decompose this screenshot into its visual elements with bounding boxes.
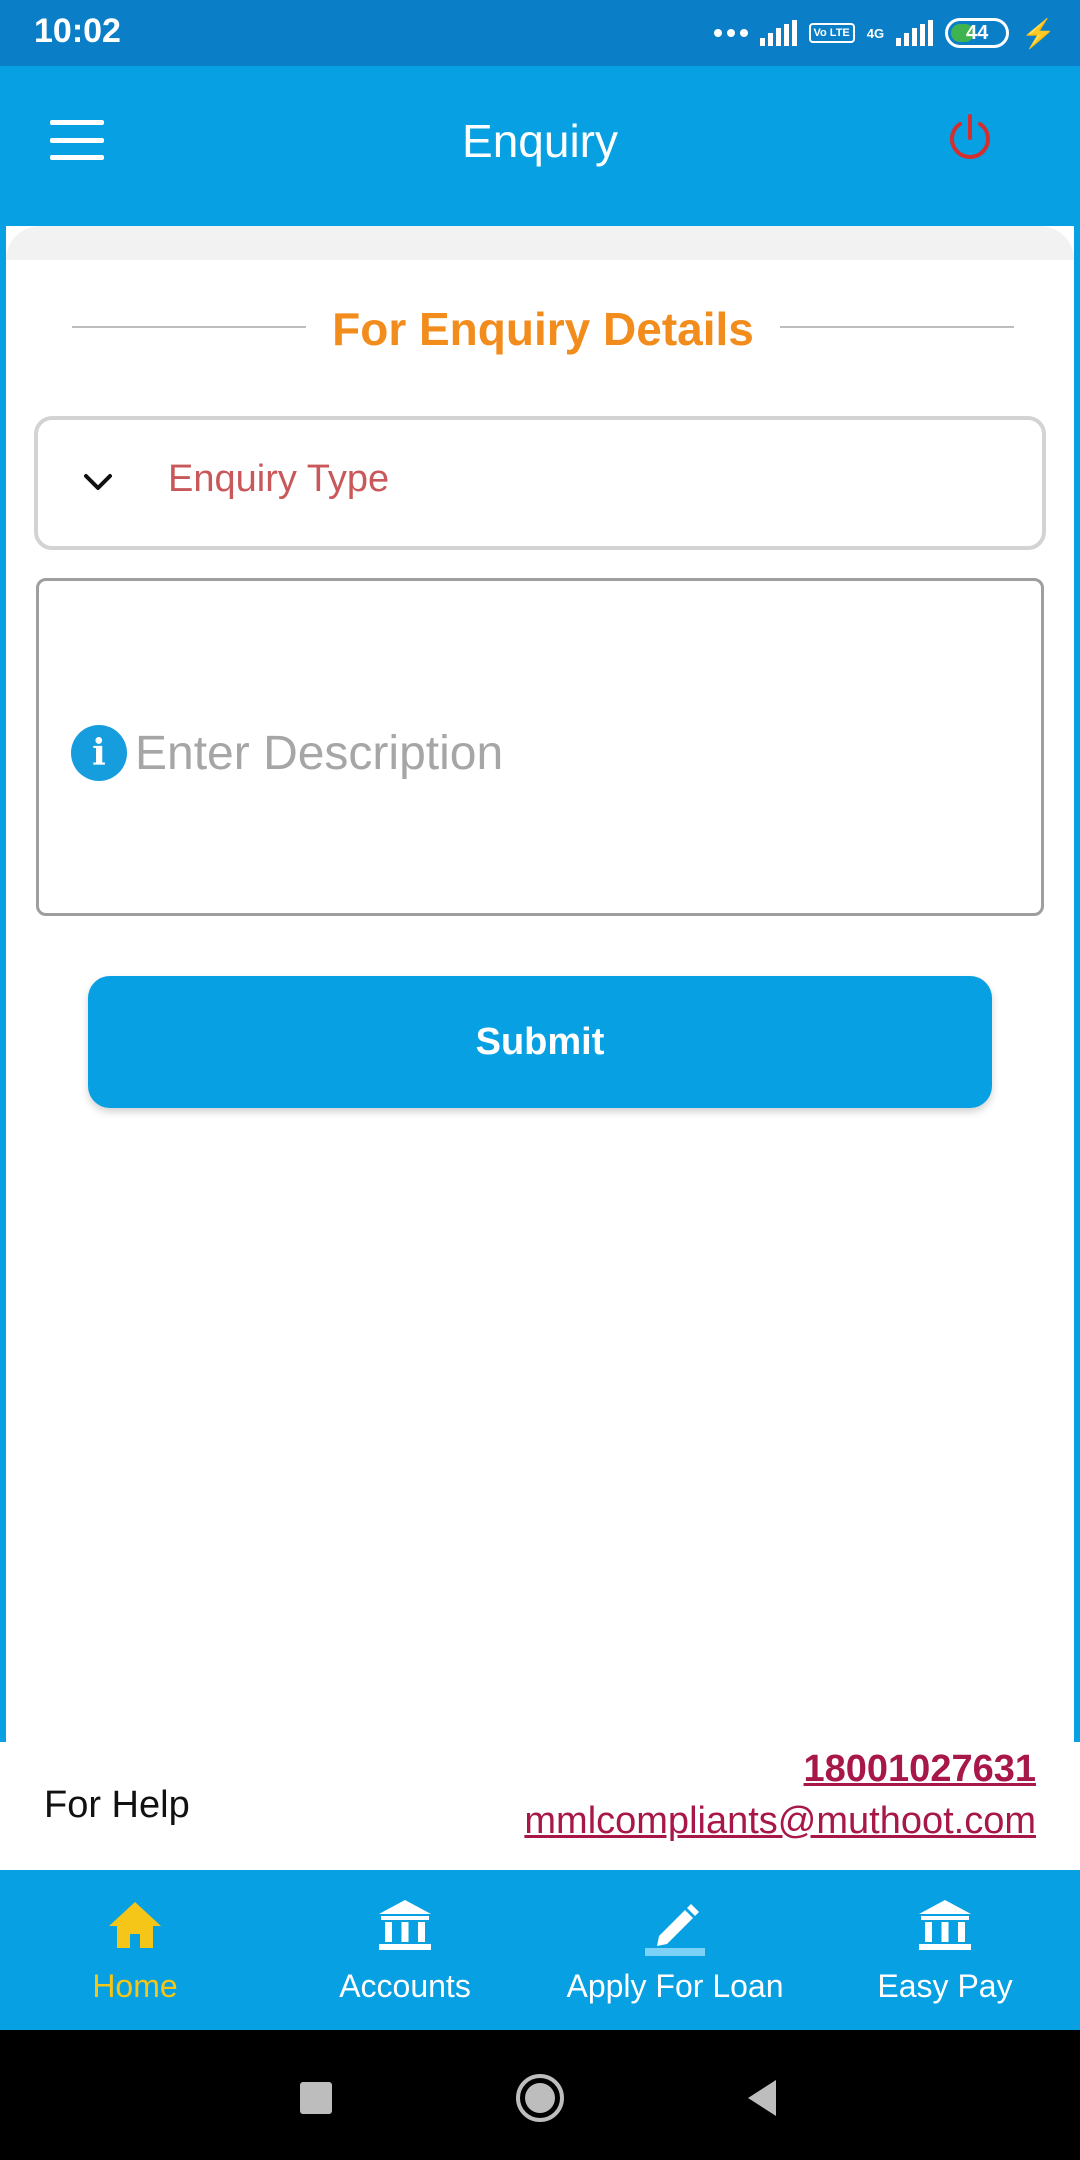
nav-label-apply-for-loan: Apply For Loan (566, 1968, 784, 2004)
nav-label-home: Home (92, 1968, 178, 2004)
enquiry-type-dropdown[interactable]: Enquiry Type (34, 416, 1046, 550)
divider-right (780, 326, 1014, 328)
nav-item-home[interactable]: Home (0, 1870, 270, 2030)
enquiry-card: For Enquiry Details Enquiry Type i Submi… (6, 226, 1074, 1752)
system-nav-bar (0, 2030, 1080, 2160)
description-input[interactable] (135, 709, 1015, 797)
charging-icon: ⚡ (1021, 17, 1056, 49)
submit-button[interactable]: Submit (88, 976, 992, 1108)
status-icons: Vo LTE 4G 44 ⚡ (713, 14, 1056, 52)
more-notifications-icon (713, 29, 748, 37)
nav-item-accounts[interactable]: Accounts (270, 1870, 540, 2030)
recents-icon[interactable] (288, 2070, 344, 2126)
nav-label-easy-pay: Easy Pay (877, 1968, 1013, 2004)
home-button-icon[interactable] (512, 2070, 568, 2126)
bank-icon (379, 1900, 431, 1950)
help-section: For Help 18001027631 mmlcompliants@mutho… (0, 1742, 1080, 1870)
nav-item-easy-pay[interactable]: Easy Pay (810, 1870, 1080, 2030)
side-stripe-right (1074, 226, 1080, 1746)
help-phone-link[interactable]: 18001027631 (804, 1748, 1036, 1791)
network-type: 4G (866, 25, 885, 41)
back-icon[interactable] (736, 2070, 792, 2126)
power-icon[interactable] (942, 110, 998, 166)
enquiry-type-label: Enquiry Type (168, 458, 390, 500)
signal-icon (759, 20, 797, 46)
chevron-down-icon (84, 474, 112, 490)
nav-label-accounts: Accounts (339, 1968, 471, 2004)
status-time: 10:02 (34, 12, 121, 50)
section-header: For Enquiry Details (66, 296, 1020, 356)
pencil-icon (645, 1904, 705, 1956)
description-field[interactable]: i (36, 578, 1044, 916)
nav-item-apply-for-loan[interactable]: Apply For Loan (540, 1870, 810, 2030)
bottom-nav: Home Accounts Apply For Loan Easy Pay (0, 1870, 1080, 2030)
card-top-shade (6, 226, 1074, 260)
battery-icon: 44 (945, 18, 1010, 48)
info-icon: i (71, 725, 127, 781)
battery-level: 44 (966, 21, 989, 44)
status-bar: 10:02 Vo LTE 4G 44 ⚡ (0, 0, 1080, 66)
signal-icon-secondary (896, 20, 934, 46)
home-icon (109, 1902, 161, 1948)
volte-icon: Vo LTE (808, 23, 855, 43)
section-title: For Enquiry Details (332, 303, 754, 355)
bank-icon (919, 1900, 971, 1950)
help-email-link[interactable]: mmlcompliants@muthoot.com (524, 1800, 1036, 1843)
app-bar: Enquiry (0, 66, 1080, 226)
page-title: Enquiry (462, 115, 618, 167)
help-label: For Help (44, 1784, 190, 1826)
